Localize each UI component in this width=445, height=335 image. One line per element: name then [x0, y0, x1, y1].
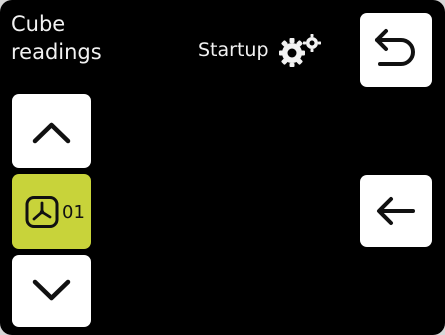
display-screen: Cube readings Startup 01	[0, 0, 445, 335]
back-button[interactable]	[360, 13, 432, 87]
undo-arrow-icon	[375, 29, 415, 66]
program-number: 01	[62, 201, 85, 223]
scroll-down-button[interactable]	[12, 255, 91, 327]
page-title-line-2: readings	[11, 40, 102, 64]
chevron-up-icon	[32, 122, 71, 144]
page-title-line-1: Cube	[11, 12, 66, 36]
arrow-left-icon	[377, 197, 415, 225]
program-selector-button[interactable]: 01	[12, 174, 91, 249]
status-indicator: Startup	[198, 33, 321, 67]
previous-button[interactable]	[360, 175, 432, 247]
fan-clock-icon	[25, 195, 59, 228]
scroll-up-button[interactable]	[12, 94, 91, 168]
status-label: Startup	[198, 39, 269, 61]
chevron-down-icon	[32, 279, 71, 301]
page-title: Cube readings	[11, 10, 131, 66]
gears-icon	[278, 34, 321, 67]
